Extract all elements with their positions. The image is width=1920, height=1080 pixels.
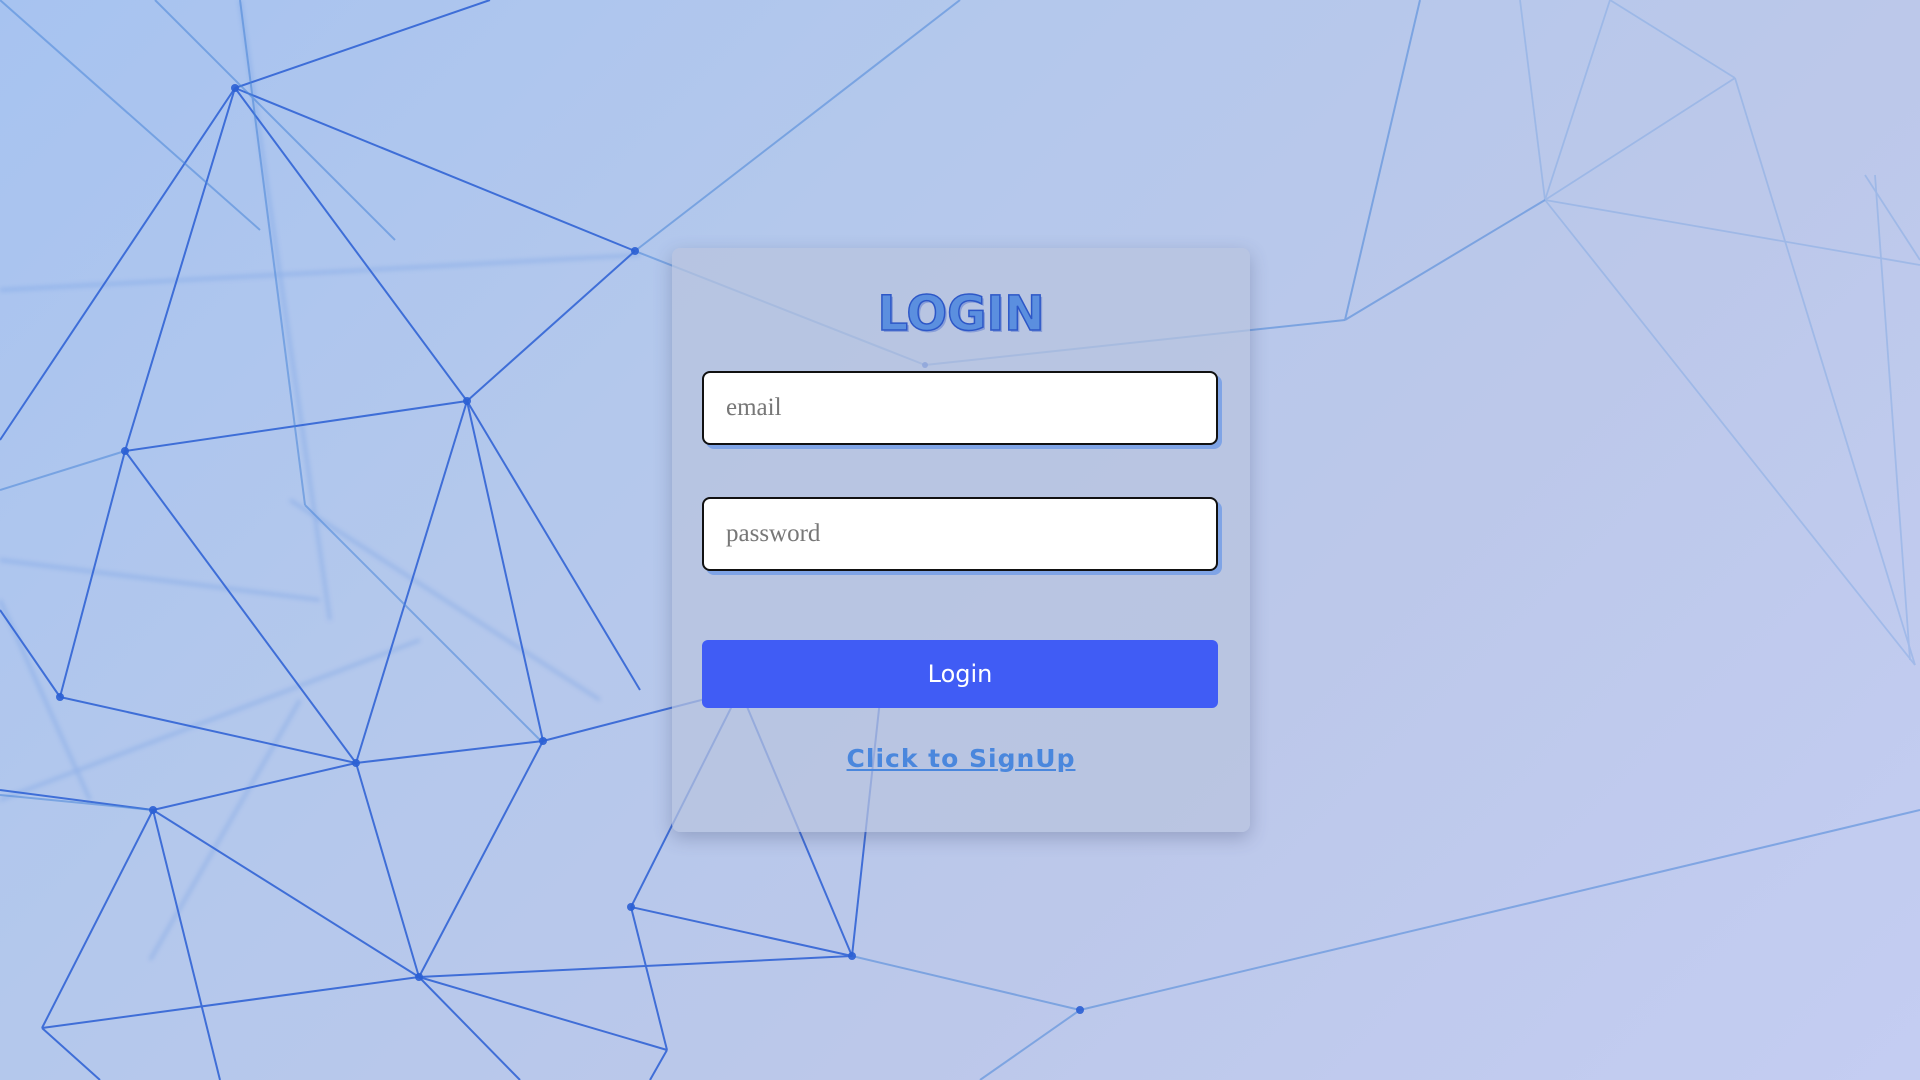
signup-link[interactable]: Click to SignUp: [672, 744, 1250, 773]
password-field[interactable]: [702, 497, 1218, 571]
login-button[interactable]: Login: [702, 640, 1218, 708]
login-title: LOGIN: [877, 285, 1046, 343]
login-card: LOGIN Login Click to SignUp: [672, 248, 1250, 832]
email-field[interactable]: [702, 371, 1218, 445]
